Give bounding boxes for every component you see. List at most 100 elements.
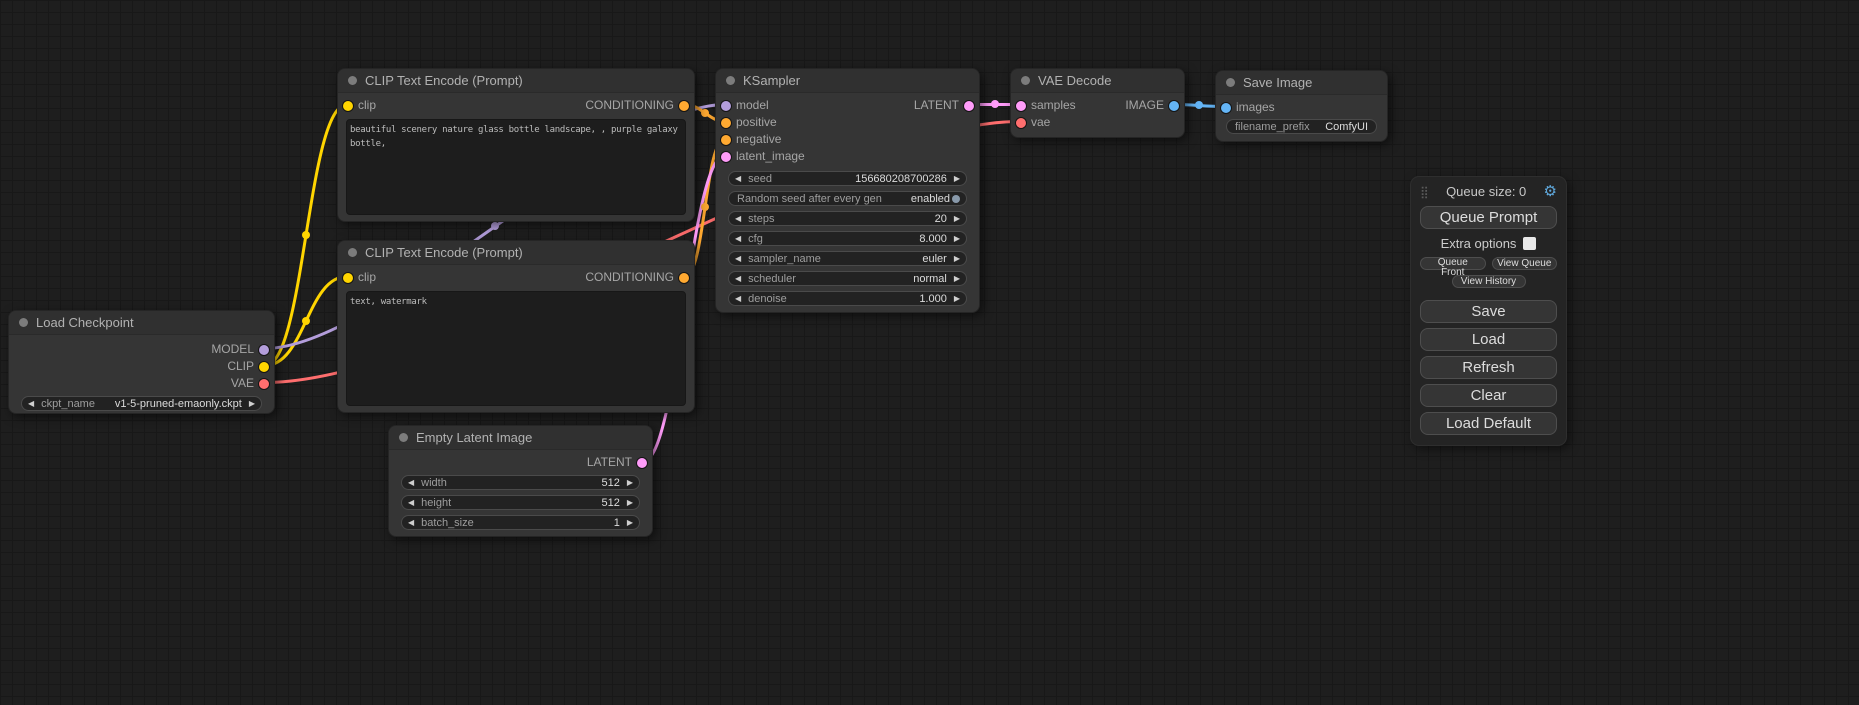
collapse-dot[interactable] [348,76,357,85]
queue-size-label: Queue size: 0 [1446,184,1526,199]
node-title: KSampler [743,73,800,88]
input-socket-samples[interactable] [1016,101,1026,111]
next-arrow-icon[interactable]: ▶ [627,479,633,487]
queue-front-button[interactable]: Queue Front [1420,257,1486,270]
load-button[interactable]: Load [1420,328,1557,351]
output-socket-clip[interactable] [259,362,269,372]
width-widget[interactable]: ◀ width 512 ▶ [401,475,640,490]
input-socket-negative[interactable] [721,135,731,145]
prev-arrow-icon[interactable]: ◀ [408,479,414,487]
slot-row: vae [1011,114,1184,131]
node-graph-canvas[interactable]: Load Checkpoint MODEL CLIP VAE ◀ ckpt_na… [0,0,1859,705]
input-socket-latent-image[interactable] [721,152,731,162]
node-empty-latent-image[interactable]: Empty Latent Image LATENT ◀ width 512 ▶ … [388,425,653,537]
next-arrow-icon[interactable]: ▶ [249,400,255,408]
prev-arrow-icon[interactable]: ◀ [408,519,414,527]
next-arrow-icon[interactable]: ▶ [954,255,960,263]
widget-label: filename_prefix [1235,121,1310,133]
cfg-widget[interactable]: ◀ cfg 8.000 ▶ [728,231,967,246]
collapse-dot[interactable] [726,76,735,85]
filename-prefix-widget[interactable]: filename_prefix ComfyUI [1226,119,1377,134]
output-socket-latent[interactable] [637,458,647,468]
node-titlebar[interactable]: Empty Latent Image [389,426,652,450]
output-socket-conditioning[interactable] [679,273,689,283]
collapse-dot[interactable] [19,318,28,327]
queue-prompt-button[interactable]: Queue Prompt [1420,206,1557,229]
view-queue-button[interactable]: View Queue [1492,257,1558,270]
sampler-name-widget[interactable]: ◀ sampler_name euler ▶ [728,251,967,266]
output-socket-latent[interactable] [964,101,974,111]
prev-arrow-icon[interactable]: ◀ [735,175,741,183]
slot-row: CLIP [9,358,274,375]
node-clip-text-encode-positive[interactable]: CLIP Text Encode (Prompt) clip CONDITION… [337,68,695,222]
node-load-checkpoint[interactable]: Load Checkpoint MODEL CLIP VAE ◀ ckpt_na… [8,310,275,414]
ckpt-name-widget[interactable]: ◀ ckpt_name v1-5-pruned-emaonly.ckpt ▶ [21,396,262,411]
prev-arrow-icon[interactable]: ◀ [735,235,741,243]
input-socket-clip[interactable] [343,101,353,111]
toggle-indicator[interactable] [952,195,960,203]
next-arrow-icon[interactable]: ▶ [954,275,960,283]
prev-arrow-icon[interactable]: ◀ [735,275,741,283]
clear-button[interactable]: Clear [1420,384,1557,407]
batch-size-widget[interactable]: ◀ batch_size 1 ▶ [401,515,640,530]
node-titlebar[interactable]: Save Image [1216,71,1387,95]
next-arrow-icon[interactable]: ▶ [954,295,960,303]
input-socket-images[interactable] [1221,103,1231,113]
prev-arrow-icon[interactable]: ◀ [735,215,741,223]
node-save-image[interactable]: Save Image images filename_prefix ComfyU… [1215,70,1388,142]
height-widget[interactable]: ◀ height 512 ▶ [401,495,640,510]
widget-label: denoise [748,293,787,305]
next-arrow-icon[interactable]: ▶ [627,519,633,527]
node-ksampler[interactable]: KSampler model LATENT positive negative … [715,68,980,313]
input-socket-vae[interactable] [1016,118,1026,128]
widget-value: ComfyUI [1325,121,1368,133]
extra-options-checkbox[interactable] [1523,237,1536,250]
wire-midpoint-dot [302,317,310,325]
drag-handle-icon[interactable]: ⣿ [1420,185,1429,199]
collapse-dot[interactable] [1226,78,1235,87]
node-title: Empty Latent Image [416,430,532,445]
load-default-button[interactable]: Load Default [1420,412,1557,435]
node-title: CLIP Text Encode (Prompt) [365,73,523,88]
widget-value: euler [922,253,946,265]
output-socket-model[interactable] [259,345,269,355]
collapse-dot[interactable] [348,248,357,257]
next-arrow-icon[interactable]: ▶ [954,175,960,183]
random-seed-toggle-widget[interactable]: Random seed after every gen enabled [728,191,967,206]
prev-arrow-icon[interactable]: ◀ [28,400,34,408]
positive-prompt-textarea[interactable]: beautiful scenery nature glass bottle la… [346,119,686,215]
input-socket-model[interactable] [721,101,731,111]
input-socket-positive[interactable] [721,118,731,128]
output-socket-image[interactable] [1169,101,1179,111]
negative-prompt-textarea[interactable]: text, watermark [346,291,686,406]
view-history-button[interactable]: View History [1452,275,1526,288]
denoise-widget[interactable]: ◀ denoise 1.000 ▶ [728,291,967,306]
prev-arrow-icon[interactable]: ◀ [735,255,741,263]
output-socket-vae[interactable] [259,379,269,389]
node-titlebar[interactable]: CLIP Text Encode (Prompt) [338,241,694,265]
next-arrow-icon[interactable]: ▶ [627,499,633,507]
node-title: Save Image [1243,75,1312,90]
node-titlebar[interactable]: KSampler [716,69,979,93]
steps-widget[interactable]: ◀ steps 20 ▶ [728,211,967,226]
output-socket-conditioning[interactable] [679,101,689,111]
slot-row: VAE [9,375,274,392]
input-socket-clip[interactable] [343,273,353,283]
collapse-dot[interactable] [1021,76,1030,85]
collapse-dot[interactable] [399,433,408,442]
node-titlebar[interactable]: Load Checkpoint [9,311,274,335]
scheduler-widget[interactable]: ◀ scheduler normal ▶ [728,271,967,286]
next-arrow-icon[interactable]: ▶ [954,235,960,243]
output-label-conditioning: CONDITIONING [585,269,674,286]
node-titlebar[interactable]: CLIP Text Encode (Prompt) [338,69,694,93]
next-arrow-icon[interactable]: ▶ [954,215,960,223]
settings-gear-icon[interactable]: ⚙ [1544,184,1557,199]
node-titlebar[interactable]: VAE Decode [1011,69,1184,93]
prev-arrow-icon[interactable]: ◀ [735,295,741,303]
refresh-button[interactable]: Refresh [1420,356,1557,379]
seed-widget[interactable]: ◀ seed 156680208700286 ▶ [728,171,967,186]
save-button[interactable]: Save [1420,300,1557,323]
prev-arrow-icon[interactable]: ◀ [408,499,414,507]
node-vae-decode[interactable]: VAE Decode samples IMAGE vae [1010,68,1185,138]
node-clip-text-encode-negative[interactable]: CLIP Text Encode (Prompt) clip CONDITION… [337,240,695,413]
